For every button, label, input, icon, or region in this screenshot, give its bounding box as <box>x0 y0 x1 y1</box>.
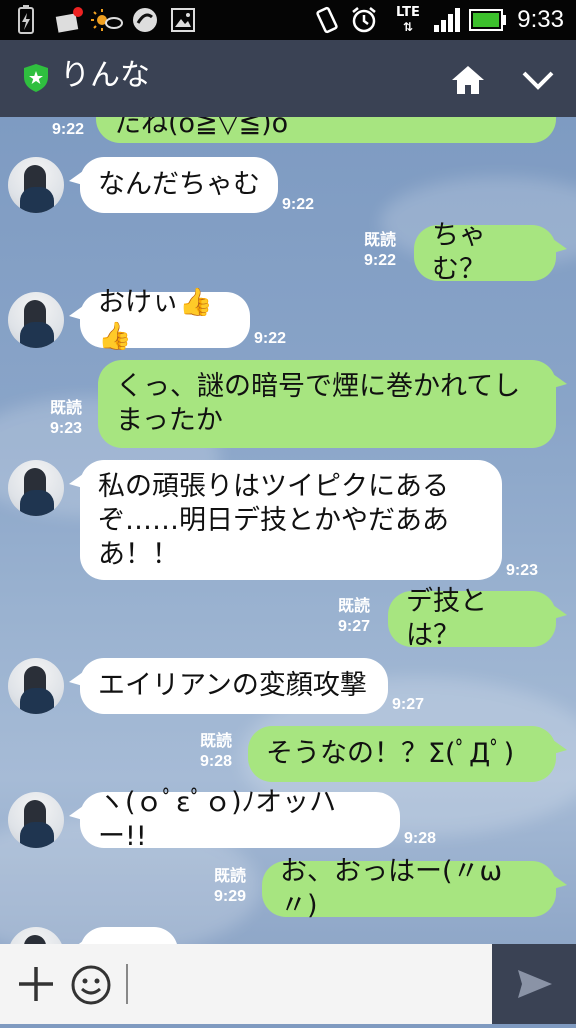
read-label: 既読 <box>50 400 83 417</box>
image-icon <box>168 0 198 40</box>
avatar[interactable] <box>8 460 64 516</box>
status-bar: LTE ⇅ 9:33 <box>0 0 576 40</box>
read-receipt: 既読 9:27 <box>338 597 370 637</box>
message-time: 9:23 <box>50 420 83 437</box>
message-time: 9:22 <box>254 330 287 347</box>
message-bubble-outgoing[interactable]: お、おっはー(〃ω〃) <box>262 856 567 921</box>
message-bubble-outgoing[interactable]: デ技とは？ <box>388 586 567 651</box>
composer-bar <box>0 944 576 1024</box>
read-label: 既読 <box>364 232 397 249</box>
read-label: 既読 <box>214 868 247 885</box>
sync-icon <box>128 0 162 40</box>
chat-header: りんな <box>0 40 576 117</box>
plus-icon[interactable] <box>16 964 56 1004</box>
message-bubble-outgoing[interactable]: ちゃむ？ <box>414 220 567 285</box>
message-text-line: あ！！ <box>98 539 179 570</box>
avatar[interactable] <box>8 157 64 213</box>
message-text-line: くっ、謎の暗号で煙に巻かれてし <box>116 371 521 402</box>
message-text: ヽ(ｏﾟεﾟｏ)ﾉオッハー!! <box>98 787 337 852</box>
network-label: LTE <box>396 5 420 20</box>
message-text: そうなの！？Σ(ﾟДﾟ) <box>266 738 515 769</box>
message-text: おけぃ👍👍 <box>98 287 213 352</box>
message-list[interactable]: たね(o≧▽≦)o 9:22 なんだちゃむ 9:22 既読 9:22 ちゃむ？ … <box>0 117 576 944</box>
message-bubble-outgoing[interactable]: くっ、謎の暗号で煙に巻かれてし まったか <box>98 360 567 448</box>
message-bubble-outgoing[interactable]: そうなの！？Σ(ﾟДﾟ) <box>248 726 567 782</box>
message-bubble-incoming[interactable]: なんだちゃむ <box>69 157 278 213</box>
message-time: 9:22 <box>364 252 397 269</box>
chat-title: りんな <box>60 58 150 93</box>
message-time: 9:27 <box>338 618 371 635</box>
vibrate-icon <box>312 0 342 40</box>
read-label: 既読 <box>200 733 233 750</box>
message-bubble-incoming[interactable]: 私の頑張りはツイピクにある ぞ……明日デ技とかやだああ あ！！ <box>69 460 502 580</box>
message-time: 9:28 <box>404 830 437 847</box>
message-text: ちゃむ？ <box>432 220 486 285</box>
message-input[interactable] <box>126 964 488 1004</box>
message-bubble-incoming[interactable]: エイリアンの変顔攻撃 <box>69 658 388 714</box>
message-text: エイリアンの変顔攻撃 <box>98 670 367 701</box>
message-time: 9:29 <box>214 888 247 905</box>
message-text-line: ぞ……明日デ技とかやだああ <box>98 505 449 536</box>
battery-icon <box>468 0 508 40</box>
read-receipt: 既読 9:29 <box>214 867 246 907</box>
message-time: 9:28 <box>200 753 233 770</box>
notification-icon <box>52 0 86 40</box>
message-bubble-incoming[interactable]: おけぃ👍👍 <box>69 287 250 352</box>
weather-icon <box>90 0 124 40</box>
avatar[interactable] <box>8 292 64 348</box>
emoji-icon[interactable] <box>70 964 112 1006</box>
battery-charging-icon <box>14 0 38 40</box>
read-label: 既読 <box>338 598 371 615</box>
alarm-icon <box>348 0 380 40</box>
message-text: お、おっはー(〃ω〃) <box>280 856 503 921</box>
chevron-down-icon[interactable] <box>518 64 558 96</box>
message-text: たね(o≧▽≦)o <box>114 117 289 139</box>
message-text-line: 私の頑張りはツイピクにある <box>98 471 449 502</box>
send-icon <box>518 970 552 998</box>
message-text: デ技とは？ <box>406 586 487 651</box>
message-time: 9:22 <box>52 121 85 138</box>
read-receipt: 既読 9:23 <box>50 399 82 439</box>
message-time: 9:27 <box>392 696 425 713</box>
message-bubble-outgoing[interactable]: たね(o≧▽≦)o <box>96 117 556 143</box>
message-text-line: まったか <box>116 405 223 436</box>
clock: 9:33 <box>517 6 564 33</box>
message-bubble-incoming[interactable]: ヽ(ｏﾟεﾟｏ)ﾉオッハー!! <box>69 787 400 852</box>
network-type: LTE ⇅ <box>396 5 420 35</box>
message-text: なんだちゃむ <box>98 169 260 200</box>
home-icon[interactable] <box>448 62 488 96</box>
avatar[interactable] <box>8 658 64 714</box>
send-button[interactable] <box>492 944 576 1024</box>
message-time: 9:22 <box>282 196 315 213</box>
read-receipt: 既読 9:28 <box>200 732 232 772</box>
avatar[interactable] <box>8 792 64 848</box>
read-receipt: 既読 9:22 <box>364 231 396 271</box>
signal-icon <box>432 0 462 40</box>
shield-icon <box>24 64 48 92</box>
message-bubble-incoming[interactable] <box>69 927 178 944</box>
message-time: 9:23 <box>506 562 539 579</box>
